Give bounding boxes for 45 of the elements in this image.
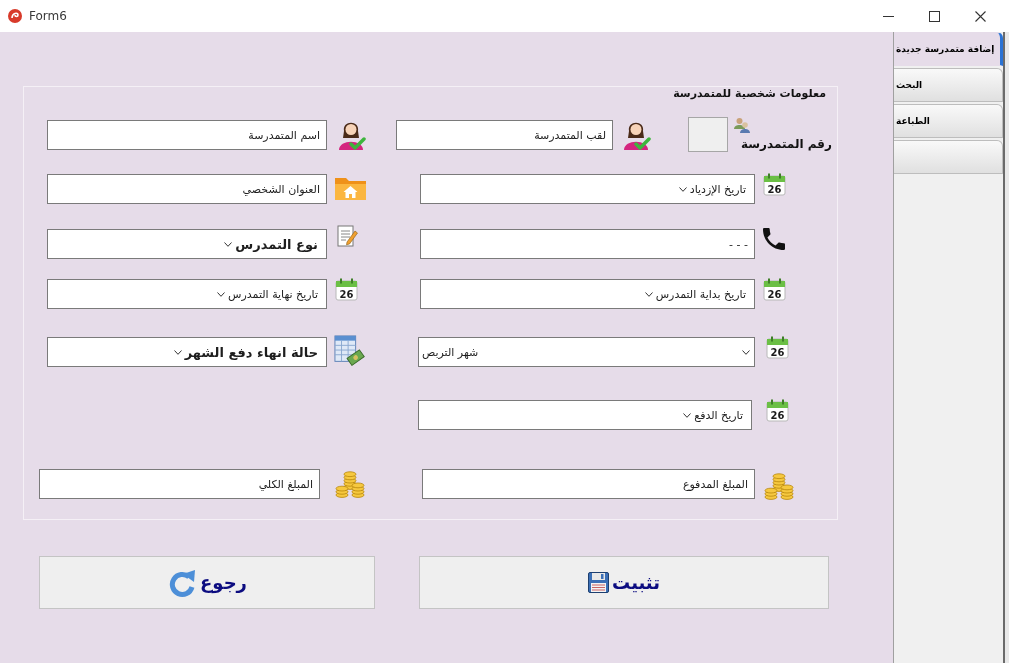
chevron-down-icon	[742, 349, 750, 355]
folder-house-icon	[334, 175, 367, 201]
chevron-down-icon	[644, 291, 653, 297]
dropdown-field[interactable]: تاريخ الدفع	[418, 400, 752, 430]
chevron-down-icon	[678, 186, 687, 192]
text-field[interactable]: العنوان الشخصي	[47, 174, 327, 204]
chevron-down-icon	[683, 412, 692, 418]
tab[interactable]: إضافة متمدرسة جديدة	[894, 32, 1003, 66]
combo-box[interactable]: شهر التربص	[418, 337, 755, 367]
dropdown-field[interactable]: حالة انهاء دفع الشهر	[47, 337, 327, 367]
window-title: Form6	[29, 9, 67, 23]
tab[interactable]: البحث	[894, 68, 1003, 102]
spreadsheet-money-icon	[334, 335, 366, 367]
maximize-icon	[928, 10, 940, 22]
dropdown-field[interactable]: تاريخ الإزدياد	[420, 174, 755, 204]
field-label: رقم المتمدرسة	[741, 137, 832, 151]
chevron-down-icon	[217, 291, 226, 297]
calendar-icon: 26	[766, 336, 789, 359]
users-icon	[734, 117, 750, 133]
back-button[interactable]: رجوع	[39, 556, 375, 609]
tab[interactable]: الطباعة	[894, 104, 1003, 138]
app-icon	[8, 9, 22, 23]
text-field[interactable]: اسم المتمدرسة	[47, 120, 327, 150]
dropdown-field[interactable]: نوع التمدرس	[47, 229, 327, 259]
calendar-icon: 26	[335, 278, 358, 301]
close-icon	[974, 10, 986, 22]
text-field[interactable]: لقب المتمدرسة	[396, 120, 613, 150]
chevron-down-icon	[173, 349, 182, 355]
calendar-icon: 26	[763, 173, 786, 196]
notepad-pencil-icon	[337, 225, 358, 247]
calendar-icon: 26	[766, 399, 789, 422]
text-field[interactable]: المبلغ الكلي	[39, 469, 320, 499]
section-title: معلومات شخصية للمتمدرسة	[673, 87, 826, 101]
calendar-icon: 26	[763, 278, 786, 301]
save-button[interactable]: تثبيت	[419, 556, 829, 609]
tab[interactable]	[894, 140, 1003, 174]
circular-arrow-icon	[167, 567, 198, 598]
text-field[interactable]: - - -	[420, 229, 755, 259]
minimize-icon	[882, 15, 894, 17]
chevron-down-icon	[224, 241, 233, 247]
dropdown-field[interactable]: تاريخ نهاية التمدرس	[47, 279, 327, 309]
dropdown-field[interactable]: تاريخ بداية التمدرس	[420, 279, 755, 309]
phone-icon	[763, 228, 785, 250]
text-field[interactable]: المبلغ المدفوع	[422, 469, 755, 499]
number-field[interactable]	[688, 117, 728, 152]
